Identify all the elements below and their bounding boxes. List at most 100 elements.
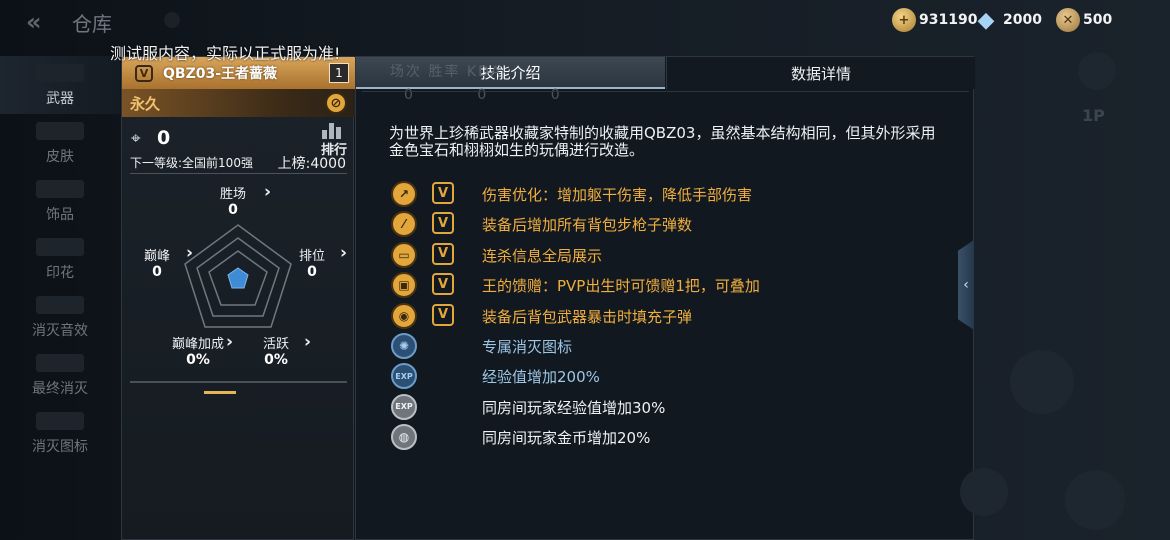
settings-icon[interactable]: [1078, 52, 1116, 90]
skill-text: 装备后背包武器暴击时填充子弹: [482, 307, 693, 326]
skill-row: EXP 经验值增加200%: [389, 361, 949, 390]
diamond-currency[interactable]: ◆ 2000: [972, 7, 1042, 33]
skill-text: 同房间玩家金币增加20%: [482, 429, 651, 448]
diamond-icon: ◆: [977, 7, 995, 33]
duration-bar: 永久 ⊘: [122, 89, 355, 117]
chevron-right-icon[interactable]: ›: [304, 332, 311, 352]
rifle-icon: [36, 64, 84, 82]
coupon-currency[interactable]: ✕ 500: [1056, 7, 1112, 33]
leaderboard-icon: [322, 123, 348, 139]
skill-row: ◉ V 装备后背包武器暴击时填充子弹: [389, 301, 949, 329]
radar-activity-label: 活跃: [263, 337, 290, 352]
page-title: 仓库: [72, 12, 112, 36]
radar-peak[interactable]: 巅峰 0: [144, 245, 170, 280]
sidebar-item-label: 消灭图标: [32, 439, 88, 455]
accessory-icon: [36, 180, 84, 198]
radar-peak-bonus-label: 巅峰加成: [172, 337, 225, 352]
skill-text: 装备后增加所有背包步枪子弹数: [482, 216, 693, 235]
decal-icon: [36, 238, 84, 256]
gold-currency[interactable]: + 931190: [892, 7, 977, 33]
radar-chart: 胜场 0 › 巅峰 0 › 排位 0 › 巅峰加成 0% › 活跃 0% ›: [122, 177, 355, 377]
gift-icon: ▣: [391, 272, 417, 299]
sidebar-item-label: 皮肤: [46, 149, 74, 165]
sidebar-item-final-kill[interactable]: 最终消灭: [0, 346, 120, 404]
vip-icon: V: [432, 303, 454, 326]
sidebar-item-accessories[interactable]: 饰品: [0, 172, 120, 230]
sidebar-item-skins[interactable]: 皮肤: [0, 114, 120, 172]
vip-icon: V: [432, 273, 454, 296]
radar-peak-value: 0: [152, 264, 162, 280]
skull-icon: [36, 412, 84, 430]
sidebar: 武器 皮肤 饰品 印花 消灭音效 最终消灭 消灭图标: [0, 56, 120, 540]
collapse-panel-button[interactable]: ‹: [958, 240, 974, 330]
weapon-level-badge: 1: [329, 63, 349, 83]
sidebar-item-label: 印花: [46, 265, 74, 281]
skill-row: EXP 同房间玩家经验值增加30%: [389, 392, 949, 420]
killfeed-icon: ▭: [391, 241, 417, 268]
sidebar-item-kill-sounds[interactable]: 消灭音效: [0, 288, 120, 346]
sidebar-item-weapons[interactable]: 武器: [0, 56, 120, 114]
next-level-text: 下一等级:全国前100强: [130, 156, 253, 170]
sound-icon: [36, 296, 84, 314]
room-coin-icon: ◍: [391, 424, 417, 451]
ammo-icon: ⁄: [391, 211, 417, 238]
chevron-right-icon[interactable]: ›: [340, 243, 347, 263]
divider: [130, 173, 347, 174]
skill-row: ◍ 同房间玩家金币增加20%: [389, 422, 949, 451]
vip-icon: V: [432, 182, 454, 204]
divider: [362, 91, 969, 92]
bullet-icon: [1010, 350, 1074, 414]
ghost-stats-header: 场次 胜率 KDA: [390, 64, 503, 80]
top-bar: « 仓库 + 931190 ◆ 2000 ✕ 500: [0, 0, 1170, 44]
crit-refill-icon: ◉: [391, 302, 417, 329]
page-indicator: [204, 391, 236, 394]
duration-label: 永久: [130, 94, 161, 113]
radar-activity[interactable]: 活跃 0%: [263, 333, 289, 368]
divider: [130, 381, 347, 383]
ghost-stats-values: 0 0 0: [404, 87, 560, 103]
radar-wins-label: 胜场: [220, 187, 247, 202]
chevron-right-icon[interactable]: ›: [186, 243, 193, 263]
leaderboard-button[interactable]: 排行: [319, 123, 349, 158]
skill-row: ▭ V 连杀信息全局展示: [389, 240, 949, 268]
detail-panel: 技能介绍 数据详情 场次 胜率 KDA 0 0 0 为世界上珍稀武器收藏家特制的…: [355, 56, 975, 540]
radar-ranked-label: 排位: [299, 249, 326, 264]
weapon-view-icon[interactable]: [1065, 470, 1125, 530]
radar-ranked-value: 0: [307, 264, 317, 280]
chevron-right-icon[interactable]: ›: [264, 182, 271, 202]
sidebar-item-decals[interactable]: 印花: [0, 230, 120, 288]
skill-text: 连杀信息全局展示: [482, 246, 603, 265]
screen: « 仓库 + 931190 ◆ 2000 ✕ 500 测试服内容，实际以正式服为…: [0, 0, 1170, 540]
radar-peak-bonus[interactable]: 巅峰加成 0%: [172, 333, 224, 368]
vip-badge-icon: V: [135, 64, 153, 82]
radar-ranked[interactable]: 排位 0: [299, 245, 325, 280]
kill-count: 0: [157, 127, 171, 149]
kill-count-icon: ⌖: [131, 129, 141, 149]
gold-coin-icon: +: [892, 8, 916, 32]
coupon-amount: 500: [1083, 12, 1113, 28]
first-person-icon[interactable]: 1P: [1082, 106, 1105, 125]
sidebar-item-kill-icons[interactable]: 消灭图标: [0, 404, 120, 462]
skill-text: 经验值增加200%: [482, 368, 600, 387]
weapon-name: QBZ03-王者蔷薇: [163, 66, 278, 82]
coupon-icon: ✕: [1056, 8, 1080, 32]
vip-icon: V: [432, 242, 454, 265]
test-server-notice: 测试服内容，实际以正式服为准!: [110, 44, 341, 63]
final-kill-icon: [36, 354, 84, 372]
radar-wins[interactable]: 胜场 0: [220, 183, 246, 218]
damage-boost-icon: ↗: [391, 181, 417, 207]
sidebar-item-label: 最终消灭: [32, 381, 88, 397]
swap-icon[interactable]: [960, 468, 1008, 516]
radar-activity-value: 0%: [264, 352, 288, 368]
back-arrow-icon[interactable]: «: [26, 8, 58, 36]
tab-data-details[interactable]: 数据详情: [666, 57, 975, 89]
vip-icon: V: [432, 212, 454, 235]
onboard-threshold: 上榜:4000: [277, 156, 346, 172]
skill-row: ↗ V 伤害优化：增加躯干伤害，降低手部伤害: [389, 179, 949, 207]
weapon-card: V QBZ03-王者蔷薇 1 永久 ⊘ ⌖ 0 排行 下一等级:全国前100强 …: [121, 56, 355, 540]
chevron-right-icon[interactable]: ›: [226, 332, 233, 352]
radar-peak-label: 巅峰: [144, 249, 171, 264]
exp-icon: EXP: [391, 363, 417, 390]
kill-icon-badge: ✺: [391, 333, 417, 359]
skill-row: ⁄ V 装备后增加所有背包步枪子弹数: [389, 209, 949, 238]
